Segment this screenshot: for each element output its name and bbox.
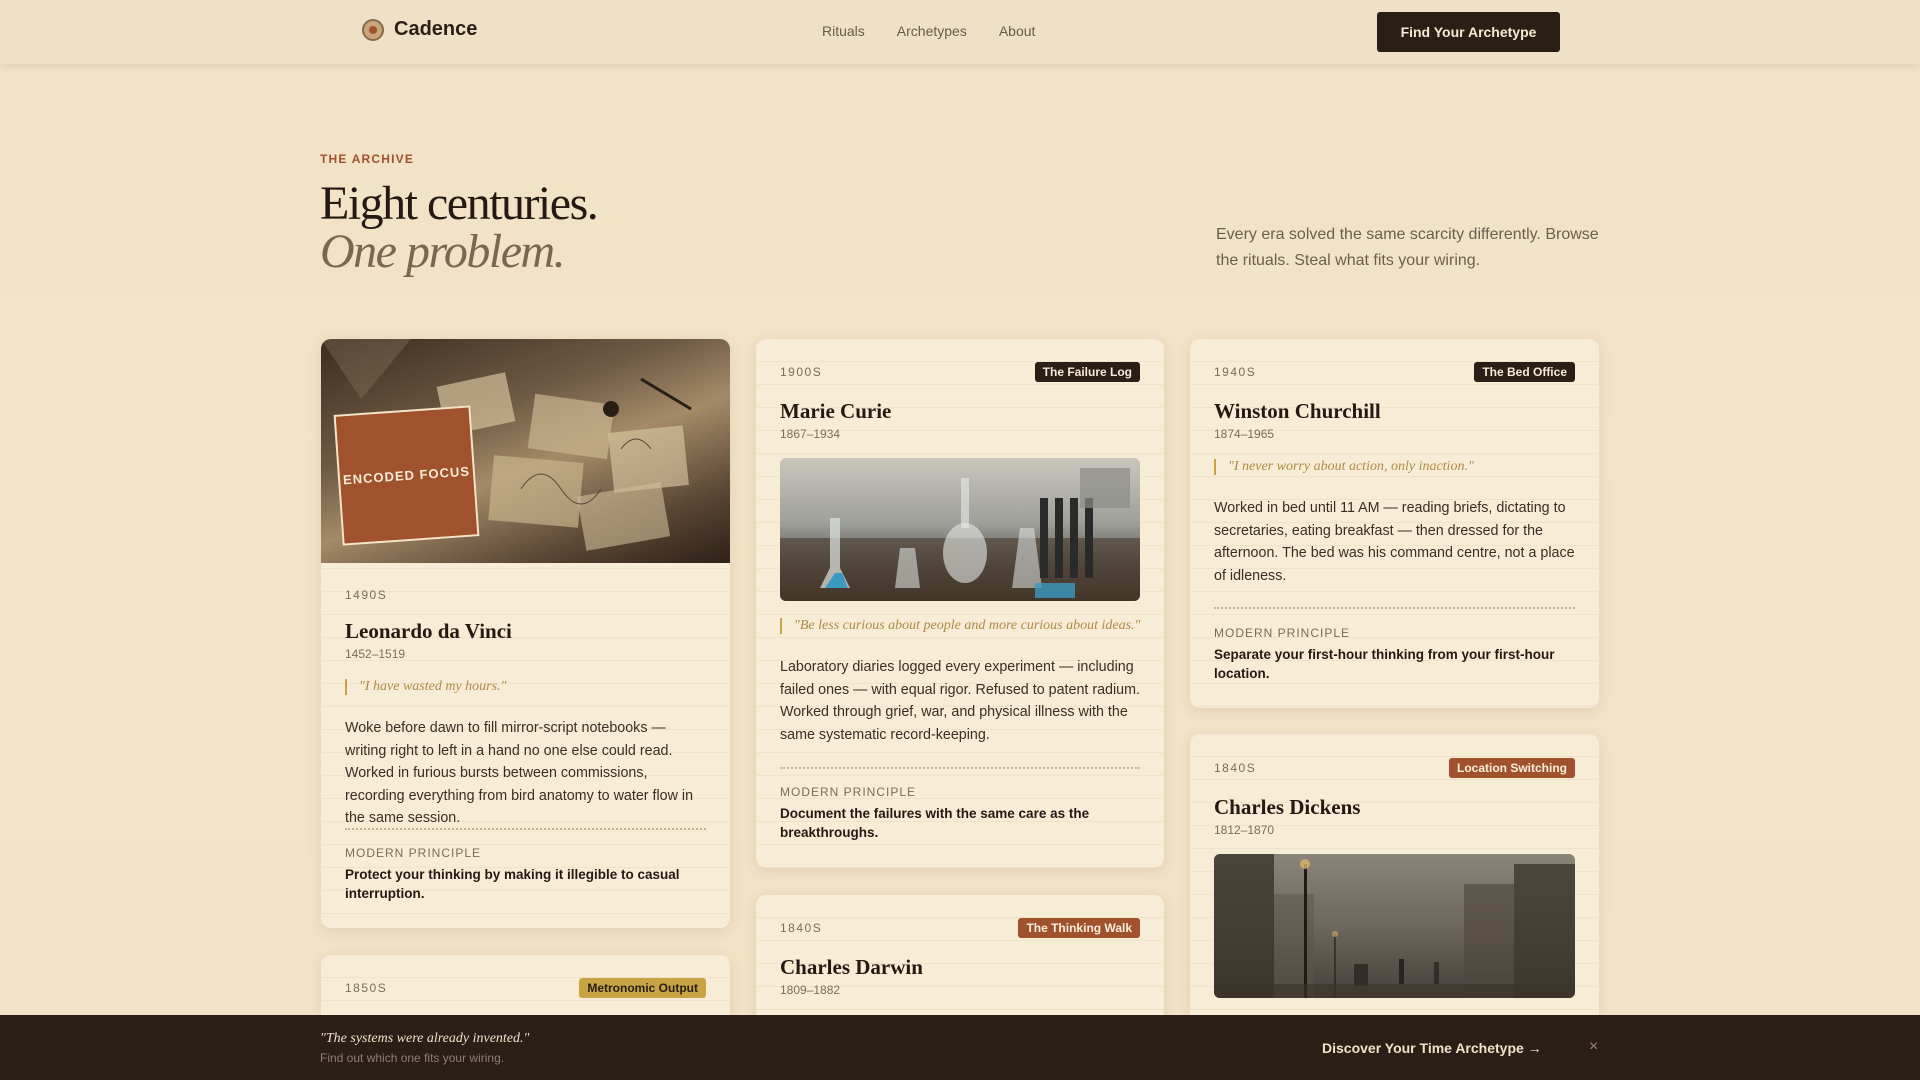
ritual-tag: The Thinking Walk xyxy=(1018,918,1140,938)
page-title-line1: Eight centuries. xyxy=(320,177,599,230)
era-label: 1900S xyxy=(780,365,823,379)
ritual-description: Woke before dawn to fill mirror-script n… xyxy=(345,720,694,826)
figure-years: 1452–1519 xyxy=(345,647,406,661)
card-curie[interactable]: 1900S The Failure Log Marie Curie 1867–1… xyxy=(756,339,1164,868)
figure-years: 1809–1882 xyxy=(780,983,841,997)
figure-name: Charles Darwin xyxy=(780,955,923,979)
ritual-description: Worked in bed until 11 AM — reading brie… xyxy=(1214,500,1575,584)
notebooks-image: ENCODED FOCUS xyxy=(321,339,730,563)
figure-years: 1812–1870 xyxy=(1214,823,1275,837)
era-label: 1840S xyxy=(780,921,823,935)
discover-archetype-link[interactable]: Discover Your Time Archetype → xyxy=(1322,1040,1542,1056)
brand[interactable]: Cadence xyxy=(362,18,477,41)
main-nav: Rituals Archetypes About xyxy=(822,23,1035,39)
modern-principle: Separate your first-hour thinking from y… xyxy=(1214,647,1555,681)
era-label: 1490S xyxy=(345,588,388,602)
dotted-divider xyxy=(780,767,1140,769)
section-eyebrow: THE ARCHIVE xyxy=(320,152,415,166)
victorian-street-illustration xyxy=(1214,854,1575,998)
modern-principle: Document the failures with the same care… xyxy=(780,806,1090,840)
figure-quote: "Be less curious about people and more c… xyxy=(780,618,1140,634)
principle-label: MODERN PRINCIPLE xyxy=(345,846,482,860)
stamp-label: ENCODED FOCUS xyxy=(342,463,471,488)
brand-name: Cadence xyxy=(394,18,478,40)
ritual-tag: The Bed Office xyxy=(1474,362,1575,382)
glassware-illustration xyxy=(780,468,1140,601)
promo-quote: "The systems were already invented." xyxy=(320,1031,530,1046)
ritual-description: Laboratory diaries logged every experime… xyxy=(780,659,1141,743)
promo-subtext: Find out which one fits your wiring. xyxy=(320,1051,505,1065)
era-label: 1840S xyxy=(1214,761,1257,775)
find-archetype-button[interactable]: Find Your Archetype xyxy=(1377,12,1560,52)
encoded-focus-stamp: ENCODED FOCUS xyxy=(333,405,480,546)
dotted-divider xyxy=(345,828,706,830)
ritual-tag: The Failure Log xyxy=(1034,362,1140,382)
dotted-divider xyxy=(1214,607,1575,609)
hero-intro: Every era solved the same scarcity diffe… xyxy=(1216,226,1599,269)
foggy-street-image xyxy=(1214,854,1575,998)
figure-years: 1874–1965 xyxy=(1214,427,1275,441)
card-churchill[interactable]: 1940S The Bed Office Winston Churchill 1… xyxy=(1190,339,1599,708)
page-title-line2: One problem. xyxy=(320,225,566,278)
ritual-tag: Metronomic Output xyxy=(579,978,706,998)
modern-principle: Protect your thinking by making it illeg… xyxy=(345,867,680,901)
principle-label: MODERN PRINCIPLE xyxy=(1214,626,1351,640)
compass-logo-icon xyxy=(362,18,384,41)
figure-quote: "I never worry about action, only inacti… xyxy=(1214,459,1474,475)
close-icon[interactable]: × xyxy=(1589,1038,1598,1056)
archetype-promo-bar: "The systems were already invented." Fin… xyxy=(0,1015,1920,1080)
principle-label: MODERN PRINCIPLE xyxy=(780,785,917,799)
figure-name: Marie Curie xyxy=(780,399,892,423)
nav-archetypes[interactable]: Archetypes xyxy=(897,23,967,39)
figure-name: Winston Churchill xyxy=(1214,399,1381,423)
figure-name: Leonardo da Vinci xyxy=(345,619,512,643)
figure-name: Charles Dickens xyxy=(1214,795,1361,819)
nav-about[interactable]: About xyxy=(999,23,1036,39)
nav-rituals[interactable]: Rituals xyxy=(822,23,865,39)
laboratory-image xyxy=(780,458,1140,601)
era-label: 1850S xyxy=(345,981,388,995)
site-header: Cadence Rituals Archetypes About Find Yo… xyxy=(0,0,1920,64)
card-davinci[interactable]: ENCODED FOCUS 1490S Leonardo da Vinci 14… xyxy=(321,339,730,928)
figure-quote: "I have wasted my hours." xyxy=(345,679,506,695)
figure-years: 1867–1934 xyxy=(780,427,841,441)
ritual-tag: Location Switching xyxy=(1449,758,1575,778)
era-label: 1940S xyxy=(1214,365,1257,379)
